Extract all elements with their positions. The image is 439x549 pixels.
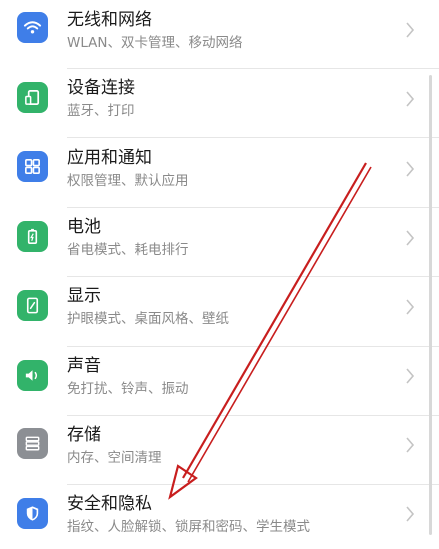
battery-icon	[17, 221, 48, 252]
chevron-right-icon	[406, 161, 415, 177]
settings-item-battery[interactable]: 电池 省电模式、耗电排行	[0, 208, 439, 276]
chevron-right-icon	[406, 22, 415, 38]
item-subtitle: 内存、空间清理	[67, 450, 162, 466]
device-connect-icon	[17, 82, 48, 113]
item-subtitle: 指纹、人脸解锁、锁屏和密码、学生模式	[67, 519, 310, 535]
wifi-icon	[17, 12, 48, 43]
chevron-right-icon	[406, 437, 415, 453]
apps-grid-icon	[17, 151, 48, 182]
settings-item-storage[interactable]: 存储 内存、空间清理	[0, 416, 439, 484]
item-subtitle: WLAN、双卡管理、移动网络	[67, 35, 243, 51]
chevron-right-icon	[406, 230, 415, 246]
settings-item-display[interactable]: 显示 护眼模式、桌面风格、壁纸	[0, 277, 439, 346]
item-subtitle: 护眼模式、桌面风格、壁纸	[67, 311, 229, 327]
settings-item-apps-notifications[interactable]: 应用和通知 权限管理、默认应用	[0, 138, 439, 207]
item-title: 应用和通知	[67, 148, 152, 168]
chevron-right-icon	[406, 506, 415, 522]
item-title: 无线和网络	[67, 10, 152, 30]
item-title: 存储	[67, 425, 101, 445]
item-title: 电池	[67, 217, 101, 237]
item-title: 声音	[67, 356, 101, 376]
settings-item-wireless-network[interactable]: 无线和网络 WLAN、双卡管理、移动网络	[0, 0, 439, 68]
scrollbar[interactable]	[429, 75, 432, 535]
item-subtitle: 蓝牙、打印	[67, 103, 135, 119]
display-icon	[17, 290, 48, 321]
item-title: 显示	[67, 286, 101, 306]
item-title: 安全和隐私	[67, 494, 152, 514]
shield-icon	[17, 498, 48, 529]
speaker-icon	[17, 360, 48, 391]
settings-item-sound[interactable]: 声音 免打扰、铃声、振动	[0, 347, 439, 415]
item-title: 设备连接	[67, 78, 135, 98]
chevron-right-icon	[406, 368, 415, 384]
chevron-right-icon	[406, 91, 415, 107]
chevron-right-icon	[406, 299, 415, 315]
storage-icon	[17, 428, 48, 459]
item-subtitle: 省电模式、耗电排行	[67, 242, 189, 258]
item-subtitle: 免打扰、铃声、振动	[67, 381, 189, 397]
settings-item-security-privacy[interactable]: 安全和隐私 指纹、人脸解锁、锁屏和密码、学生模式	[0, 485, 439, 549]
settings-item-device-connection[interactable]: 设备连接 蓝牙、打印	[0, 69, 439, 137]
settings-list: 无线和网络 WLAN、双卡管理、移动网络 设备连接 蓝牙、打印 应用和通知 权限…	[0, 0, 439, 549]
item-subtitle: 权限管理、默认应用	[67, 173, 189, 189]
